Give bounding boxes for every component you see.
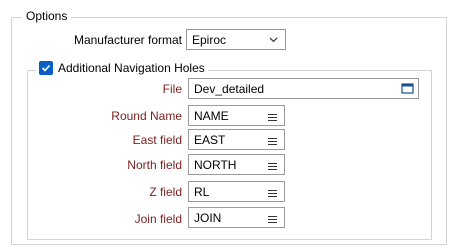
list-icon[interactable] xyxy=(268,135,277,149)
round-name-value: NAME xyxy=(194,108,229,123)
navigation-holes-checkbox[interactable] xyxy=(39,61,53,75)
list-icon[interactable] xyxy=(268,160,277,174)
east-field-input[interactable]: EAST xyxy=(188,129,285,150)
list-icon[interactable] xyxy=(268,213,277,227)
file-browse-icon[interactable] xyxy=(401,82,414,98)
file-input[interactable]: Dev_detailed xyxy=(188,78,419,99)
manufacturer-format-label: Manufacturer format xyxy=(73,33,182,47)
z-field-input[interactable]: RL xyxy=(188,181,285,202)
list-icon[interactable] xyxy=(268,187,277,201)
round-name-label: Round Name xyxy=(111,109,182,123)
z-field-label: Z field xyxy=(149,185,182,199)
east-field-value: EAST xyxy=(194,132,226,147)
north-field-label: North field xyxy=(127,158,182,172)
north-field-input[interactable]: NORTH xyxy=(188,154,285,175)
navigation-holes-header[interactable]: Additional Navigation Holes xyxy=(36,61,208,75)
manufacturer-format-select[interactable]: Epiroc xyxy=(186,29,286,50)
chevron-down-icon xyxy=(268,34,279,48)
manufacturer-format-value: Epiroc xyxy=(192,32,227,47)
options-title: Options xyxy=(22,9,72,23)
north-field-value: NORTH xyxy=(194,157,237,172)
join-field-input[interactable]: JOIN xyxy=(188,207,285,228)
list-icon[interactable] xyxy=(268,111,277,125)
file-value: Dev_detailed xyxy=(194,81,265,96)
z-field-value: RL xyxy=(194,184,210,199)
join-field-value: JOIN xyxy=(194,210,222,225)
join-field-label: Join field xyxy=(134,212,182,226)
file-label: File xyxy=(162,82,182,96)
round-name-input[interactable]: NAME xyxy=(188,105,285,126)
navigation-holes-label: Additional Navigation Holes xyxy=(58,61,205,75)
east-field-label: East field xyxy=(132,133,182,147)
